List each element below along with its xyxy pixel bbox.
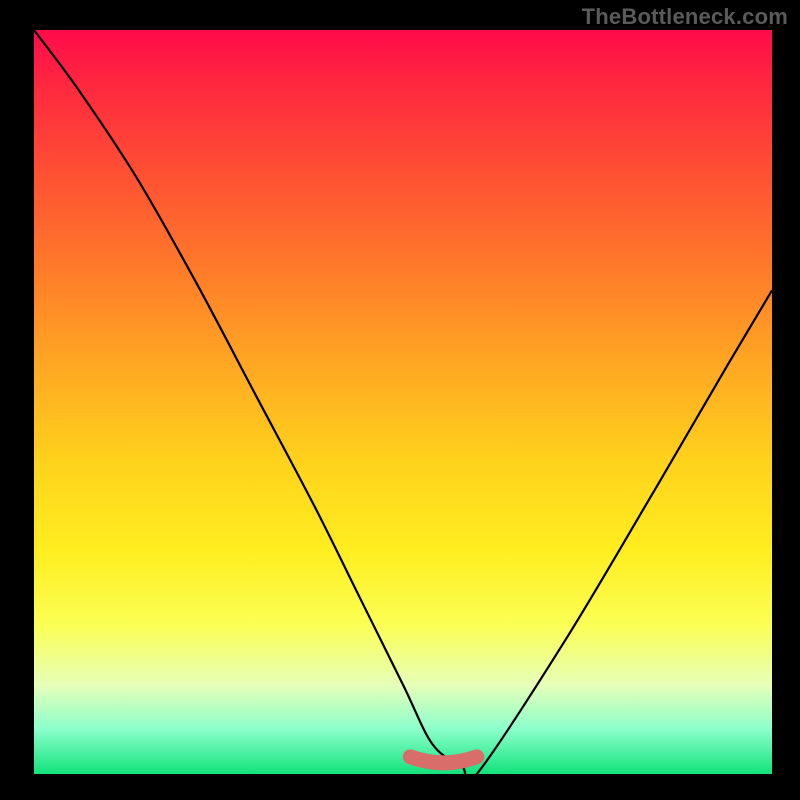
chart-frame: TheBottleneck.com	[0, 0, 800, 800]
watermark-text: TheBottleneck.com	[582, 4, 788, 30]
plot-area	[34, 30, 772, 774]
curve-svg	[34, 30, 772, 774]
bottleneck-curve-line	[34, 30, 772, 774]
trough-highlight	[410, 757, 476, 763]
